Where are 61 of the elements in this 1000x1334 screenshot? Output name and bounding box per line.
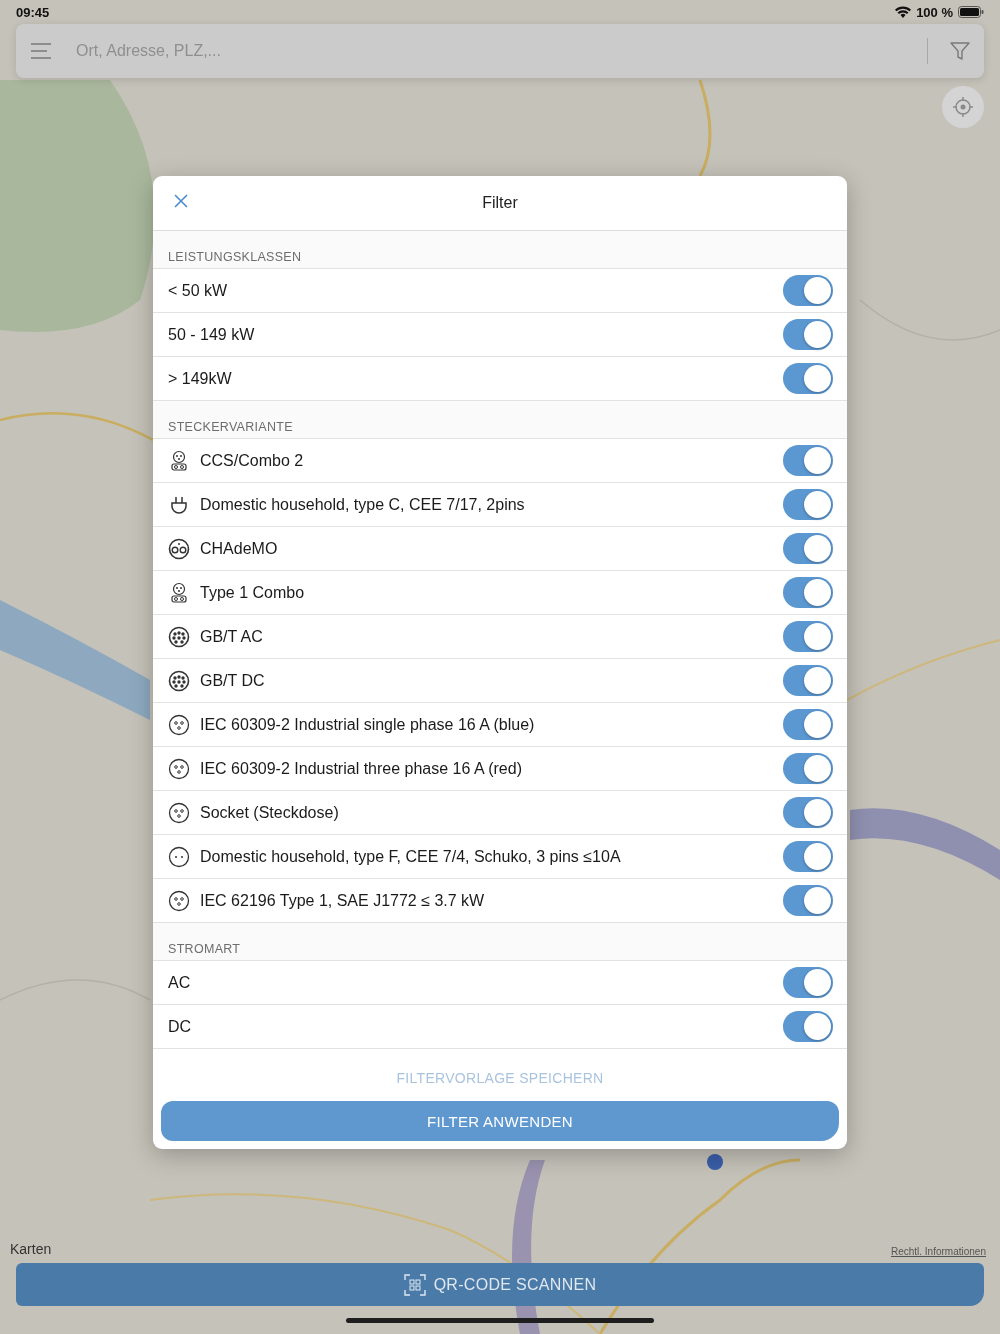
option-label: Socket (Steckdose)	[200, 803, 340, 822]
toggle-switch[interactable]	[783, 577, 833, 608]
option-label: 50 - 149 kW	[168, 325, 256, 344]
plug-icon	[168, 713, 190, 736]
battery-icon	[958, 6, 984, 18]
qr-code-icon	[403, 1273, 426, 1296]
search-input[interactable]: Ort, Adresse, PLZ,...	[74, 41, 905, 61]
option-label: CCS/Combo 2	[200, 451, 305, 470]
plug-icon	[168, 889, 190, 912]
toggle-switch[interactable]	[783, 275, 833, 306]
plug-icon	[168, 669, 190, 692]
apply-filter-button[interactable]: FILTER ANWENDEN	[161, 1101, 839, 1141]
section-title: STROMART	[168, 942, 241, 956]
toggle-switch[interactable]	[783, 489, 833, 520]
option-label: DC	[168, 1017, 193, 1036]
legal-link[interactable]: Rechtl. Informationen	[890, 1246, 986, 1257]
plug-icon	[168, 801, 190, 824]
option-label: Domestic household, type F, CEE 7/4, Schuko, 3 pins ≤10A	[200, 847, 622, 866]
plug-icon	[168, 625, 190, 648]
option-label: GB/T DC	[200, 671, 266, 690]
plug-icon	[168, 581, 190, 604]
option-label: GB/T AC	[200, 627, 264, 646]
search-field[interactable]: Ort, Adresse, PLZ,...	[16, 24, 984, 78]
option-label: IEC 60309-2 Industrial three phase 16 A (red)	[200, 759, 523, 778]
wifi-icon	[895, 6, 912, 18]
option-label: > 149kW	[168, 369, 233, 388]
toggle-switch[interactable]	[783, 709, 833, 740]
plug-icon	[168, 537, 190, 560]
dialog-title: Filter	[482, 194, 518, 212]
section-title: LEISTUNGSKLASSEN	[168, 250, 302, 264]
battery-percent: 100 %	[916, 4, 953, 20]
toggle-switch[interactable]	[783, 797, 833, 828]
crosshair-icon	[952, 96, 974, 118]
menu-icon[interactable]	[30, 42, 52, 60]
toggle-switch[interactable]	[783, 885, 833, 916]
filter-icon[interactable]	[950, 41, 970, 61]
map-brand: Karten	[10, 1241, 52, 1257]
option-label: IEC 62196 Type 1, SAE J1772 ≤ 3.7 kW	[200, 891, 486, 910]
toggle-switch[interactable]	[783, 319, 833, 350]
toggle-switch[interactable]	[783, 967, 833, 998]
plug-icon	[168, 449, 190, 472]
toggle-switch[interactable]	[783, 533, 833, 564]
toggle-switch[interactable]	[783, 445, 833, 476]
option-label: AC	[168, 973, 192, 992]
toggle-switch[interactable]	[783, 753, 833, 784]
toggle-switch[interactable]	[783, 665, 833, 696]
option-label: Type 1 Combo	[200, 583, 306, 602]
toggle-switch[interactable]	[783, 363, 833, 394]
toggle-switch[interactable]	[783, 621, 833, 652]
section-title: STECKERVARIANTE	[168, 420, 293, 434]
option-label: Domestic household, type C, CEE 7/17, 2pins	[200, 495, 526, 514]
qr-scan-button[interactable]: QR-CODE SCANNEN	[16, 1263, 984, 1306]
close-icon	[173, 193, 189, 209]
option-label: < 50 kW	[168, 281, 229, 300]
status-time: 09:45	[16, 4, 50, 20]
option-label: IEC 60309-2 Industrial single phase 16 A (blue)	[200, 715, 536, 734]
option-label: CHAdeMO	[200, 539, 279, 558]
plug-icon	[168, 845, 190, 868]
toggle-switch[interactable]	[783, 841, 833, 872]
toggle-switch[interactable]	[783, 1011, 833, 1042]
plug-icon	[168, 757, 190, 780]
